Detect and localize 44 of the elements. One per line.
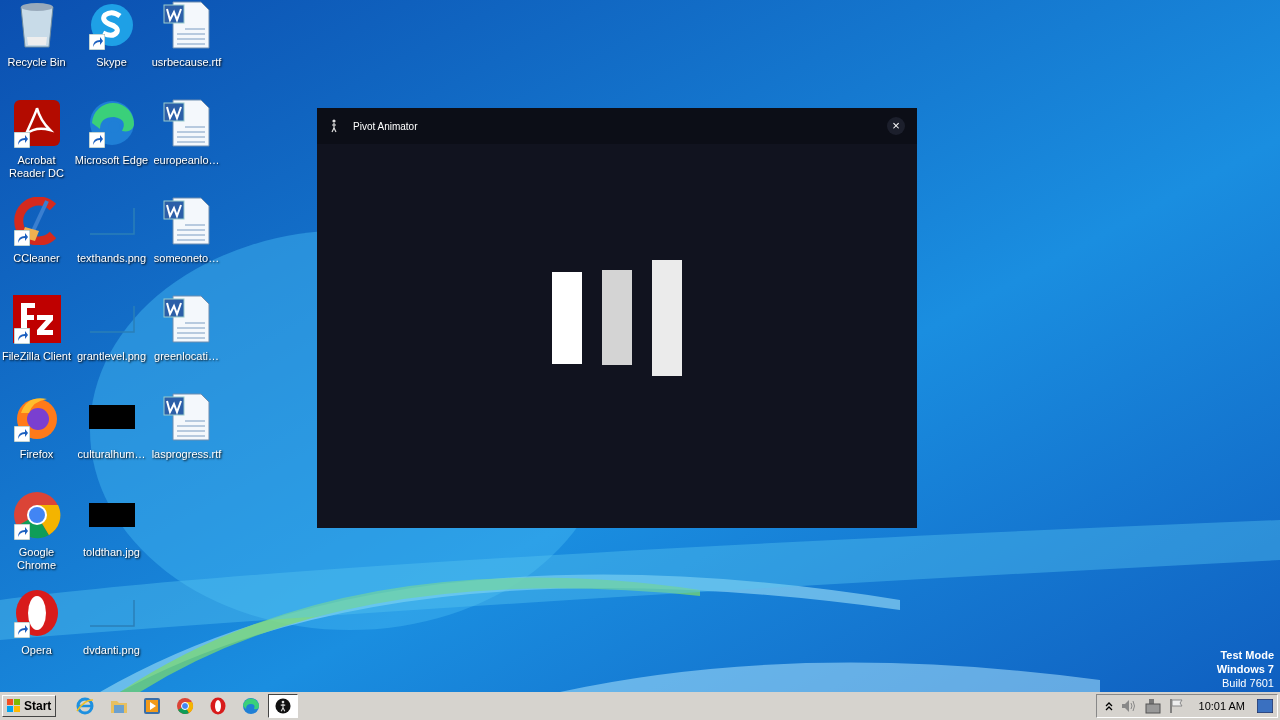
word-document-icon[interactable] — [162, 295, 211, 343]
icon-label[interactable]: greenlocati… — [154, 350, 219, 363]
window-title: Pivot Animator — [353, 120, 419, 132]
icon-label[interactable]: Microsoft Edge — [74, 154, 149, 167]
word-document-icon[interactable] — [162, 99, 211, 147]
icon-label[interactable]: Skype — [96, 56, 127, 69]
icon-label[interactable]: texthands.png — [76, 252, 147, 265]
system-notice-text: Test Mode — [1220, 648, 1274, 663]
icon-label[interactable]: someoneto… — [153, 252, 220, 265]
icon-label[interactable]: grantlevel.png — [76, 350, 147, 363]
icon-label[interactable]: europeanlo… — [153, 154, 220, 167]
word-document-icon[interactable] — [162, 393, 211, 441]
icon-label[interactable]: usrbecause.rtf — [151, 56, 222, 69]
chrome-icon[interactable] — [176, 697, 195, 715]
icon-label[interactable]: dvdanti.png — [83, 644, 140, 657]
icon-label[interactable]: Acrobat Reader DC — [9, 154, 64, 180]
word-document-icon[interactable] — [162, 197, 211, 245]
media-player-icon[interactable] — [144, 698, 161, 714]
close-button[interactable]: × — [887, 117, 905, 135]
icon-label[interactable]: lasprogress.rtf — [151, 448, 222, 461]
edge-icon[interactable] — [242, 697, 261, 715]
icon-label[interactable]: culturalhum… — [77, 448, 146, 461]
stick-figure-icon — [329, 119, 339, 133]
system-notice-text: Build 7601 — [1222, 676, 1274, 691]
image-thumbnail-icon[interactable] — [88, 503, 135, 527]
icon-label[interactable]: Firefox — [19, 448, 54, 461]
network-icon[interactable] — [1144, 698, 1161, 714]
clock-time[interactable]: 10:01 AM — [1198, 700, 1245, 712]
icon-label[interactable]: CCleaner — [13, 252, 60, 265]
opera-icon[interactable] — [210, 697, 227, 715]
flag-icon[interactable] — [1168, 698, 1183, 714]
icon-label[interactable]: Google Chrome — [16, 546, 57, 572]
word-document-icon[interactable] — [162, 1, 211, 49]
icon-label[interactable]: Recycle Bin — [7, 56, 66, 69]
start-button[interactable]: Start — [2, 695, 57, 717]
stick-figure-icon — [275, 697, 292, 715]
show-hidden-icons-icon[interactable] — [1104, 701, 1113, 711]
icon-label[interactable]: FileZilla Client — [1, 350, 72, 363]
icon-label[interactable]: toldthan.jpg — [83, 546, 140, 559]
windows-logo-icon — [7, 699, 21, 713]
icon-label[interactable]: Opera — [21, 644, 52, 657]
system-notice-text: Windows 7 — [1216, 662, 1274, 677]
taskbar-app-button[interactable] — [268, 694, 299, 718]
image-thumbnail-icon[interactable] — [88, 405, 135, 429]
